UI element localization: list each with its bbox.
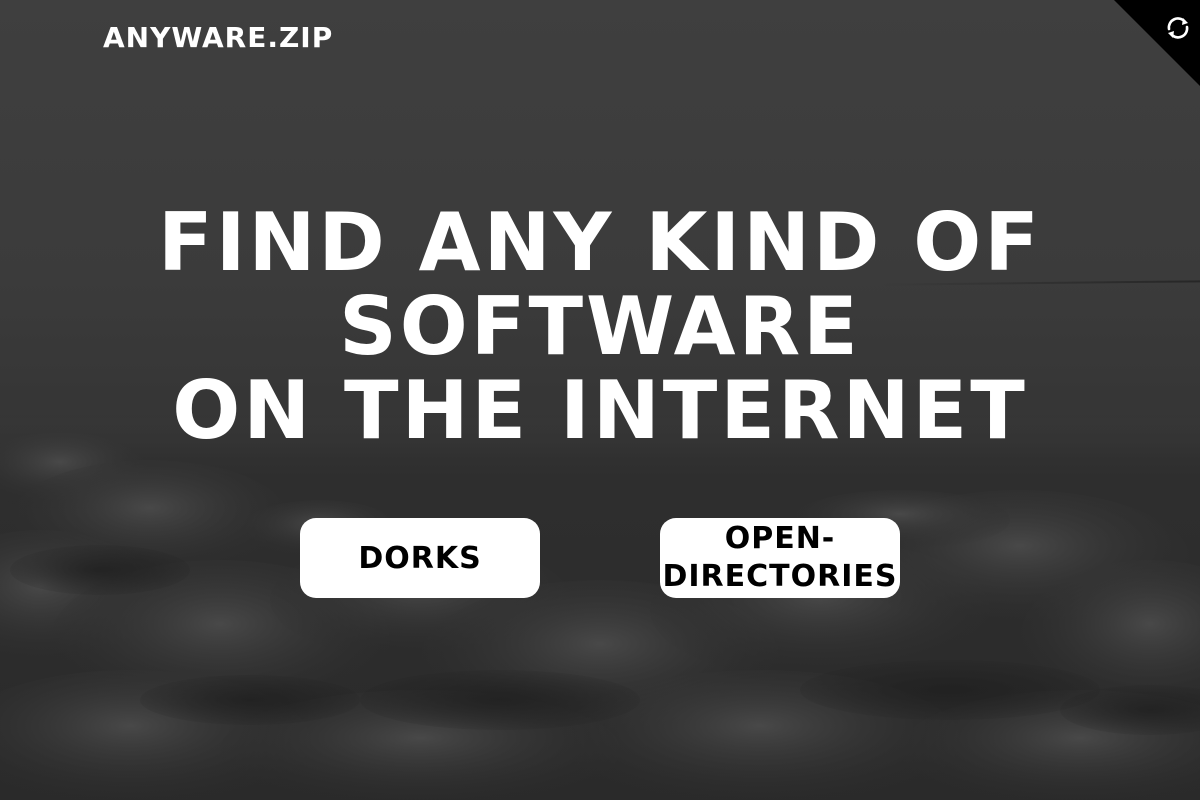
- open-directories-label-line-2: DIRECTORIES: [662, 559, 898, 594]
- github-corner[interactable]: [1114, 0, 1200, 86]
- dorks-button-label: DORKS: [358, 540, 482, 576]
- hero-line-2: SOFTWARE: [339, 280, 861, 373]
- open-directories-button-label: OPEN- DIRECTORIES: [662, 520, 897, 596]
- cloud-layer: [0, 430, 1200, 800]
- corner-triangle: [1114, 0, 1200, 86]
- page: ANYWARE.ZIP FIND ANY KIND OF SOFTWARE ON…: [0, 0, 1200, 800]
- hero-line-1: FIND ANY KIND OF: [158, 196, 1042, 289]
- open-directories-label-line-1: OPEN-: [724, 521, 836, 556]
- open-directories-button[interactable]: OPEN- DIRECTORIES: [660, 518, 900, 598]
- hero-headline: FIND ANY KIND OF SOFTWARE ON THE INTERNE…: [0, 201, 1200, 453]
- github-octocat-icon: [1167, 17, 1189, 39]
- brand-logo-link[interactable]: ANYWARE.ZIP: [103, 18, 333, 58]
- dorks-button[interactable]: DORKS: [300, 518, 540, 598]
- hero-line-3: ON THE INTERNET: [172, 364, 1028, 457]
